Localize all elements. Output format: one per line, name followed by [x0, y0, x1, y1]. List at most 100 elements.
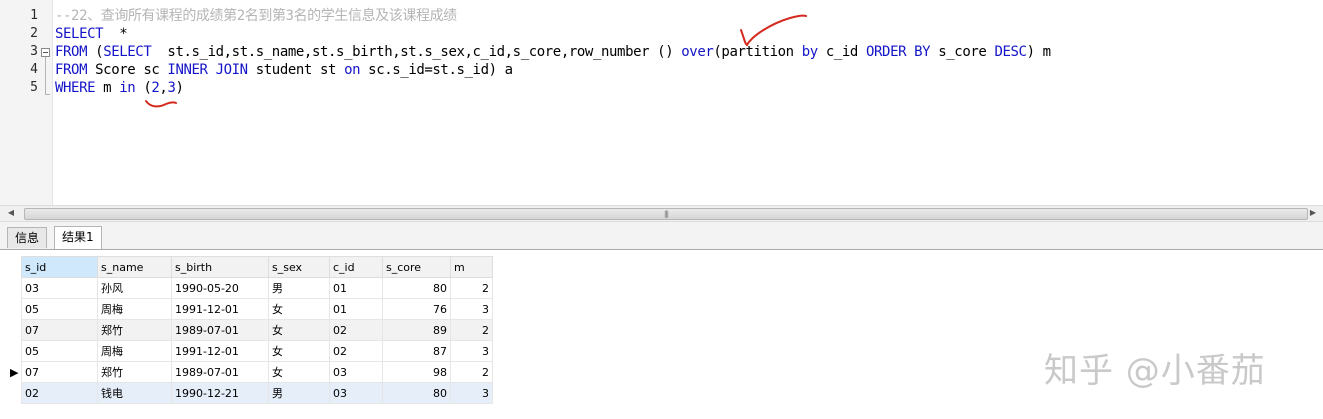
tab-result-1[interactable]: 结果1	[54, 226, 102, 249]
column-header[interactable]: s_birth	[171, 256, 269, 278]
cell-s-sex[interactable]: 女	[268, 319, 330, 341]
horizontal-scrollbar[interactable]: ◀ ||| ▶	[0, 205, 1323, 222]
column-header[interactable]: s_name	[97, 256, 172, 278]
cell-m[interactable]: 3	[450, 298, 493, 320]
result-tab-bar: 信息 结果1	[0, 222, 1323, 250]
cell-c-id[interactable]: 02	[329, 319, 383, 341]
line-number: 5	[30, 80, 38, 95]
line-number: 2	[30, 26, 38, 41]
code-line-2: SELECT *	[55, 25, 128, 43]
code-line-4: FROM Score sc INNER JOIN student st on s…	[55, 61, 513, 79]
cell-s-sex[interactable]: 女	[268, 340, 330, 362]
tab-info[interactable]: 信息	[7, 227, 48, 248]
cell-c-id[interactable]: 03	[329, 382, 383, 404]
cell-s-name[interactable]: 孙风	[97, 277, 172, 299]
line-number: 1	[30, 8, 38, 23]
cell-s-id[interactable]: 05	[21, 340, 98, 362]
code-line-1: --22、查询所有课程的成绩第2名到第3名的学生信息及该课程成绩	[55, 7, 457, 25]
cell-s-name[interactable]: 周梅	[97, 298, 172, 320]
sql-text: Score sc	[87, 62, 168, 78]
column-header[interactable]: s_id	[21, 256, 98, 278]
sql-text: c_id	[817, 44, 866, 60]
table-row[interactable]: 03 孙风 1990-05-20 男 01 80 2	[21, 277, 493, 299]
sql-text: st.s_id,st.s_name,st.s_birth,st.s_sex,c_…	[151, 44, 682, 60]
cell-s-birth[interactable]: 1989-07-01	[171, 361, 269, 383]
sql-keyword: in	[119, 80, 136, 96]
column-header[interactable]: s_sex	[268, 256, 330, 278]
fold-toggle-icon[interactable]	[41, 48, 50, 57]
sql-text: *	[103, 26, 128, 42]
cell-s-id[interactable]: 05	[21, 298, 98, 320]
cell-s-name[interactable]: 郑竹	[97, 319, 172, 341]
underline-annotation	[145, 100, 177, 108]
cell-m[interactable]: 2	[450, 319, 493, 341]
cell-m[interactable]: 3	[450, 340, 493, 362]
cell-s-sex[interactable]: 女	[268, 298, 330, 320]
cell-s-core[interactable]: 89	[382, 319, 451, 341]
cell-s-core[interactable]: 98	[382, 361, 451, 383]
scroll-right-icon[interactable]: ▶	[1306, 208, 1320, 217]
sql-editor[interactable]: 1 2 3 4 5 --22、查询所有课程的成绩第2名到第3名的学生信息及该课程…	[0, 0, 1323, 205]
sql-keyword: SELECT	[55, 26, 104, 42]
sql-text: s_core	[930, 44, 995, 60]
grip-icon: |||	[663, 210, 669, 218]
sql-keyword: DESC	[994, 44, 1027, 60]
sql-keyword: ORDER BY	[865, 44, 931, 60]
cell-c-id[interactable]: 03	[329, 361, 383, 383]
cell-m[interactable]: 2	[450, 277, 493, 299]
fold-guide	[45, 57, 50, 95]
cell-s-name[interactable]: 郑竹	[97, 361, 172, 383]
cell-s-name[interactable]: 周梅	[97, 340, 172, 362]
sql-text: (	[135, 80, 152, 96]
watermark: 知乎 @小番茄	[1044, 351, 1266, 391]
cell-m[interactable]: 3	[450, 382, 493, 404]
sql-keyword: by	[801, 44, 818, 60]
sql-text: )	[175, 80, 184, 96]
sql-comment: --22、查询所有课程的成绩第2名到第3名的学生信息及该课程成绩	[55, 8, 457, 24]
cell-s-id[interactable]: 07	[21, 319, 98, 341]
cell-s-name[interactable]: 钱电	[97, 382, 172, 404]
scrollbar-thumb[interactable]: |||	[24, 208, 1308, 220]
table-row[interactable]: 05 周梅 1991-12-01 女 01 76 3	[21, 298, 493, 320]
cell-s-sex[interactable]: 男	[268, 277, 330, 299]
code-line-3: FROM (SELECT st.s_id,st.s_name,st.s_birt…	[55, 43, 1051, 61]
sql-keyword: over	[681, 44, 714, 60]
sql-keyword: on	[344, 62, 361, 78]
cell-s-birth[interactable]: 1989-07-01	[171, 319, 269, 341]
cell-s-birth[interactable]: 1991-12-01	[171, 340, 269, 362]
cell-s-sex[interactable]: 女	[268, 361, 330, 383]
table-row[interactable]: 07 郑竹 1989-07-01 女 02 89 2	[21, 319, 493, 341]
table-row[interactable]: 07 郑竹 1989-07-01 女 03 98 2	[21, 361, 493, 383]
line-number: 4	[30, 62, 38, 77]
column-header[interactable]: s_core	[382, 256, 451, 278]
code-line-5: WHERE m in (2,3)	[55, 79, 184, 97]
sql-text: student st	[247, 62, 345, 78]
cell-s-birth[interactable]: 1991-12-01	[171, 298, 269, 320]
cell-m[interactable]: 2	[450, 361, 493, 383]
sql-keyword: INNER JOIN	[167, 62, 248, 78]
cell-s-core[interactable]: 80	[382, 277, 451, 299]
cell-s-birth[interactable]: 1990-05-20	[171, 277, 269, 299]
cell-s-id[interactable]: 07	[21, 361, 98, 383]
cell-s-id[interactable]: 03	[21, 277, 98, 299]
cell-s-core[interactable]: 80	[382, 382, 451, 404]
sql-keyword: WHERE	[55, 80, 96, 96]
column-header[interactable]: m	[450, 256, 493, 278]
line-number-gutter: 1 2 3 4 5	[0, 0, 53, 205]
cell-s-core[interactable]: 76	[382, 298, 451, 320]
sql-keyword: FROM	[55, 44, 88, 60]
cell-c-id[interactable]: 01	[329, 277, 383, 299]
column-header[interactable]: c_id	[329, 256, 383, 278]
cell-c-id[interactable]: 01	[329, 298, 383, 320]
cell-s-core[interactable]: 87	[382, 340, 451, 362]
table-row[interactable]: 02 钱电 1990-12-21 男 03 80 3	[21, 382, 493, 404]
line-number: 3	[30, 44, 38, 59]
cell-s-birth[interactable]: 1990-12-21	[171, 382, 269, 404]
cell-s-sex[interactable]: 男	[268, 382, 330, 404]
cell-c-id[interactable]: 02	[329, 340, 383, 362]
cell-s-id[interactable]: 02	[21, 382, 98, 404]
scroll-left-icon[interactable]: ◀	[4, 208, 18, 217]
table-row[interactable]: 05 周梅 1991-12-01 女 02 87 3	[21, 340, 493, 362]
sql-text: m	[95, 80, 120, 96]
current-row-indicator-icon: ▶	[10, 366, 19, 379]
